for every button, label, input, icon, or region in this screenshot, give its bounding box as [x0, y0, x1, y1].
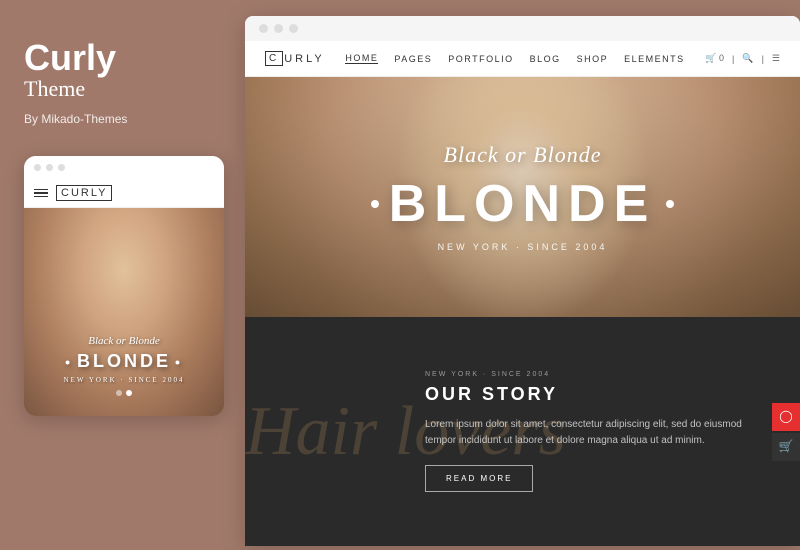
story-title: OUR STORY: [425, 384, 745, 405]
mobile-dot-3: [58, 164, 65, 171]
left-panel: Curly Theme By Mikado-Themes CURLY Black…: [0, 0, 245, 550]
hero-sub-text: NEW YORK · SINCE 2004: [438, 242, 608, 252]
mobile-hamburger-icon[interactable]: [34, 189, 48, 198]
desktop-dot-2: [274, 24, 283, 33]
mobile-hero-sub: NEW YORK · SINCE 2004: [64, 376, 185, 384]
hero-main-word: BLONDE: [389, 174, 657, 234]
nav-divider: |: [732, 54, 734, 64]
nav-link-home[interactable]: HOME: [345, 53, 378, 64]
desktop-dot-1: [259, 24, 268, 33]
nav-link-elements[interactable]: ELEMENTS: [624, 54, 685, 64]
nav-link-pages[interactable]: PAGES: [394, 54, 432, 64]
mobile-dot-1: [34, 164, 41, 171]
mobile-dot-2: [46, 164, 53, 171]
brand-name: Curly Theme: [24, 40, 116, 108]
desktop-dot-3: [289, 24, 298, 33]
mobile-hero-script: Black or Blonde: [88, 335, 159, 347]
nav-link-portfolio[interactable]: PORTFOLIO: [448, 54, 513, 64]
mobile-nav-bar: CURLY: [24, 179, 224, 208]
mobile-title-bar: [24, 156, 224, 179]
mobile-hero: Black or Blonde BLONDE NEW YORK · SINCE …: [24, 208, 224, 416]
nav-divider-2: |: [762, 54, 764, 64]
read-more-button[interactable]: READ MORE: [425, 465, 533, 492]
hero-dot-right: [666, 200, 674, 208]
desktop-mockup: CURLY HOME PAGES PORTFOLIO BLOG SHOP ELE…: [245, 16, 800, 546]
logo-bracket: C: [265, 51, 283, 66]
desktop-hero: Black or Blonde BLONDE NEW YORK · SINCE …: [245, 77, 800, 317]
nav-link-blog[interactable]: BLOG: [530, 54, 561, 64]
floating-icons: ◯ 🛒: [772, 403, 800, 461]
desktop-story-section: Hair lovers NEW YORK · SINCE 2004 OUR ST…: [245, 317, 800, 546]
hero-content: Black or Blonde BLONDE NEW YORK · SINCE …: [245, 77, 800, 317]
mobile-hero-main: BLONDE: [61, 351, 187, 372]
mobile-dot-active: [126, 390, 132, 396]
desktop-nav: CURLY HOME PAGES PORTFOLIO BLOG SHOP ELE…: [245, 41, 800, 77]
mobile-logo: CURLY: [56, 185, 112, 201]
desktop-nav-icons: 🛒 0 | 🔍 | ☰: [705, 53, 780, 64]
mobile-dot-inactive: [116, 390, 122, 396]
hero-script-text: Black or Blonde: [444, 142, 602, 168]
floating-icon-dark[interactable]: 🛒: [772, 433, 800, 461]
desktop-nav-links: HOME PAGES PORTFOLIO BLOG SHOP ELEMENTS: [345, 53, 684, 64]
desktop-logo: CURLY: [265, 51, 325, 66]
hero-main-text: BLONDE: [371, 174, 675, 234]
hero-dot-left: [371, 200, 379, 208]
brand-by: By Mikado-Themes: [24, 112, 127, 126]
nav-link-shop[interactable]: SHOP: [577, 54, 609, 64]
menu-icon[interactable]: ☰: [772, 53, 780, 64]
search-icon[interactable]: 🔍: [742, 53, 753, 64]
story-body: Lorem ipsum dolor sit amet, consectetur …: [425, 417, 745, 449]
floating-icon-red[interactable]: ◯: [772, 403, 800, 431]
story-content: NEW YORK · SINCE 2004 OUR STORY Lorem ip…: [425, 371, 745, 492]
desktop-title-bar: [245, 16, 800, 41]
story-tag: NEW YORK · SINCE 2004: [425, 371, 745, 378]
mobile-mockup: CURLY Black or Blonde BLONDE NEW YORK · …: [24, 156, 224, 416]
cart-icon[interactable]: 🛒 0: [705, 53, 724, 64]
mobile-hero-bg: [24, 208, 224, 416]
mobile-carousel-dots: [116, 390, 132, 396]
